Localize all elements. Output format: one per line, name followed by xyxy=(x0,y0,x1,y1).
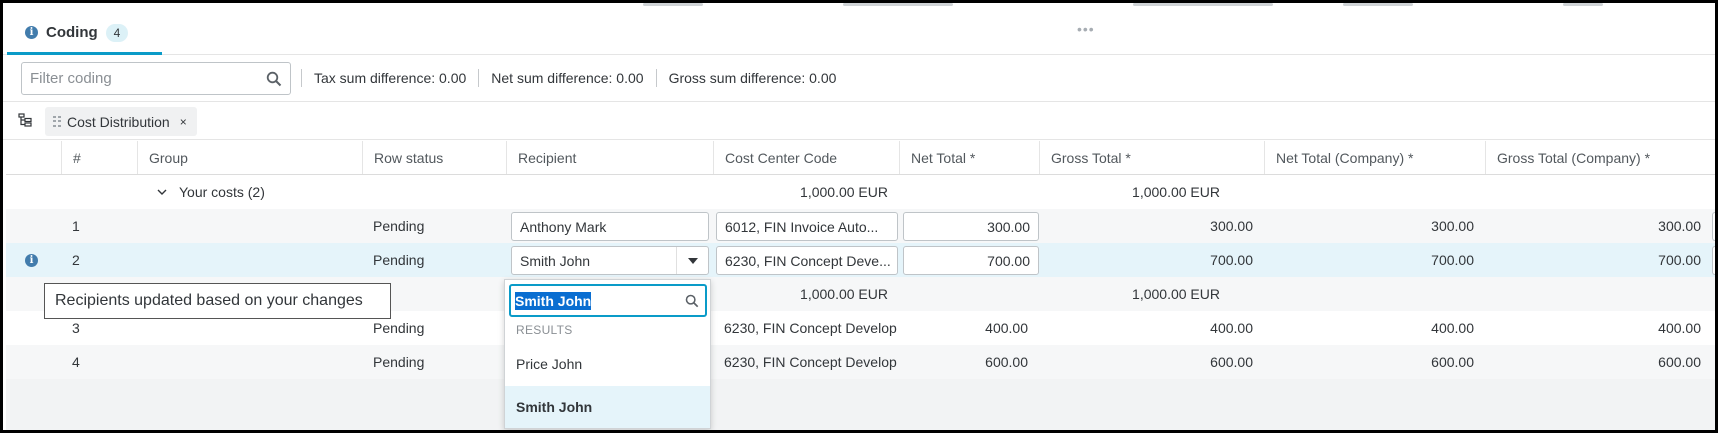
search-icon[interactable] xyxy=(266,71,282,87)
row-status: Pending xyxy=(373,252,425,268)
grouping-bar: Cost Distribution × xyxy=(3,103,1715,140)
group-gross-total: 1,000.00 EUR xyxy=(1132,184,1220,200)
overflow-field[interactable] xyxy=(1712,246,1715,275)
column-header-row-status[interactable]: Row status xyxy=(362,141,506,174)
dropdown-option-smith-john[interactable]: Smith John xyxy=(505,386,710,428)
recipient-value: Smith John xyxy=(520,252,591,269)
gross-total-company: 300.00 xyxy=(1658,218,1701,234)
tab-coding[interactable]: i Coding 4 xyxy=(7,13,162,55)
column-header-net-total-company[interactable]: Net Total (Company) * xyxy=(1264,141,1485,174)
column-header-recipient[interactable]: Recipient xyxy=(506,141,713,174)
net-total-company: 700.00 xyxy=(1431,252,1474,268)
close-icon[interactable]: × xyxy=(180,115,187,129)
row-status: Pending xyxy=(373,218,425,234)
gross-total: 600.00 xyxy=(1210,354,1253,370)
tab-label: Coding xyxy=(46,24,98,41)
group-net-total: 1,000.00 EUR xyxy=(800,286,888,302)
info-icon: i xyxy=(25,26,38,39)
net-total-company: 400.00 xyxy=(1431,320,1474,336)
tab-count-badge: 4 xyxy=(105,23,129,42)
group-row[interactable]: Your costs (2) 1,000.00 EUR 1,000.00 EUR xyxy=(6,175,1715,209)
column-header-net-total[interactable]: Net Total * xyxy=(899,141,1039,174)
recipient-dropdown-popup: Smith John RESULTS Price John Smith John xyxy=(504,279,711,429)
recipient-dropdown[interactable]: Smith John xyxy=(511,246,709,275)
gross-total-company: 700.00 xyxy=(1658,252,1701,268)
group-net-total: 1,000.00 EUR xyxy=(800,184,888,200)
sum-differences: Tax sum difference: 0.00 Net sum differe… xyxy=(301,69,848,87)
table-row-selected[interactable]: i 2 Pending Smith John 6230, FIN Concept… xyxy=(6,243,1715,277)
search-icon[interactable] xyxy=(685,294,699,308)
column-header-cost-center-code[interactable]: Cost Center Code xyxy=(713,141,899,174)
group-cell[interactable]: Your costs (2) xyxy=(137,175,362,209)
results-header: RESULTS xyxy=(516,323,573,337)
group-gross-total: 1,000.00 EUR xyxy=(1132,286,1220,302)
column-header-gross-total[interactable]: Gross Total * xyxy=(1039,141,1264,174)
cost-center-field[interactable]: 6012, FIN Invoice Auto... xyxy=(716,212,898,241)
app-frame: ••• i Coding 4 Tax sum difference: 0.00 … xyxy=(0,0,1718,433)
gross-total: 400.00 xyxy=(1210,320,1253,336)
filter-coding-input[interactable] xyxy=(22,63,252,94)
table-row[interactable]: 1 Pending Anthony Mark 6012, FIN Invoice… xyxy=(6,209,1715,243)
cost-center-field[interactable]: 6230, FIN Concept Deve... xyxy=(716,246,898,275)
table-row[interactable]: 4 Pending 6230, FIN Concept Develop 600.… xyxy=(6,345,1715,379)
gross-total: 700.00 xyxy=(1210,252,1253,268)
gross-total: 300.00 xyxy=(1210,218,1253,234)
chevron-down-icon[interactable] xyxy=(157,188,167,196)
tree-settings-icon[interactable] xyxy=(18,113,32,127)
recipient-search-value: Smith John xyxy=(515,291,592,310)
recipient-field[interactable]: Anthony Mark xyxy=(511,212,709,241)
column-header-gross-total-company[interactable]: Gross Total (Company) * xyxy=(1485,141,1712,174)
overflow-field[interactable] xyxy=(1712,212,1715,241)
drag-grip-icon[interactable] xyxy=(53,115,61,128)
cost-center-code: 6230, FIN Concept Develop xyxy=(724,354,897,370)
table-empty-area xyxy=(6,379,1715,430)
column-header-number[interactable]: # xyxy=(61,141,137,174)
filter-toolbar: Tax sum difference: 0.00 Net sum differe… xyxy=(3,56,1715,102)
group-label: Your costs (2) xyxy=(179,184,265,200)
row-number: 1 xyxy=(72,218,80,234)
column-header-group[interactable]: Group xyxy=(137,141,362,174)
net-total: 400.00 xyxy=(985,320,1028,336)
row-number: 2 xyxy=(72,252,80,268)
tax-sum-difference: Tax sum difference: 0.00 xyxy=(301,69,478,87)
filter-field[interactable] xyxy=(21,62,291,95)
dropdown-option-price-john[interactable]: Price John xyxy=(505,343,710,385)
row-info-cell: i xyxy=(6,243,61,277)
recipients-updated-tooltip: Recipients updated based on your changes xyxy=(44,283,391,319)
column-header-select xyxy=(6,141,61,174)
gross-total-company: 400.00 xyxy=(1658,320,1701,336)
recipient-search-input[interactable]: Smith John xyxy=(509,284,707,317)
info-icon[interactable]: i xyxy=(25,253,38,267)
net-total-field[interactable]: 300.00 xyxy=(903,212,1039,241)
gross-sum-difference: Gross sum difference: 0.00 xyxy=(655,69,849,87)
row-status: Pending xyxy=(373,354,425,370)
grouping-chip-label: Cost Distribution xyxy=(67,113,170,130)
tab-bar: i Coding 4 xyxy=(3,13,1715,55)
net-total-company: 600.00 xyxy=(1431,354,1474,370)
scrolled-content-remnant xyxy=(643,3,1703,11)
caret-down-icon[interactable] xyxy=(676,247,708,274)
net-total: 600.00 xyxy=(985,354,1028,370)
grouping-chip-cost-distribution[interactable]: Cost Distribution × xyxy=(45,107,197,136)
table-header-row: # Group Row status Recipient Cost Center… xyxy=(6,141,1715,175)
coding-table: # Group Row status Recipient Cost Center… xyxy=(6,141,1715,379)
net-total-field[interactable]: 700.00 xyxy=(903,246,1039,275)
net-total-company: 300.00 xyxy=(1431,218,1474,234)
net-sum-difference: Net sum difference: 0.00 xyxy=(478,69,655,87)
cost-center-code: 6230, FIN Concept Develop xyxy=(724,320,897,336)
gross-total-company: 600.00 xyxy=(1658,354,1701,370)
row-number: 4 xyxy=(72,354,80,370)
